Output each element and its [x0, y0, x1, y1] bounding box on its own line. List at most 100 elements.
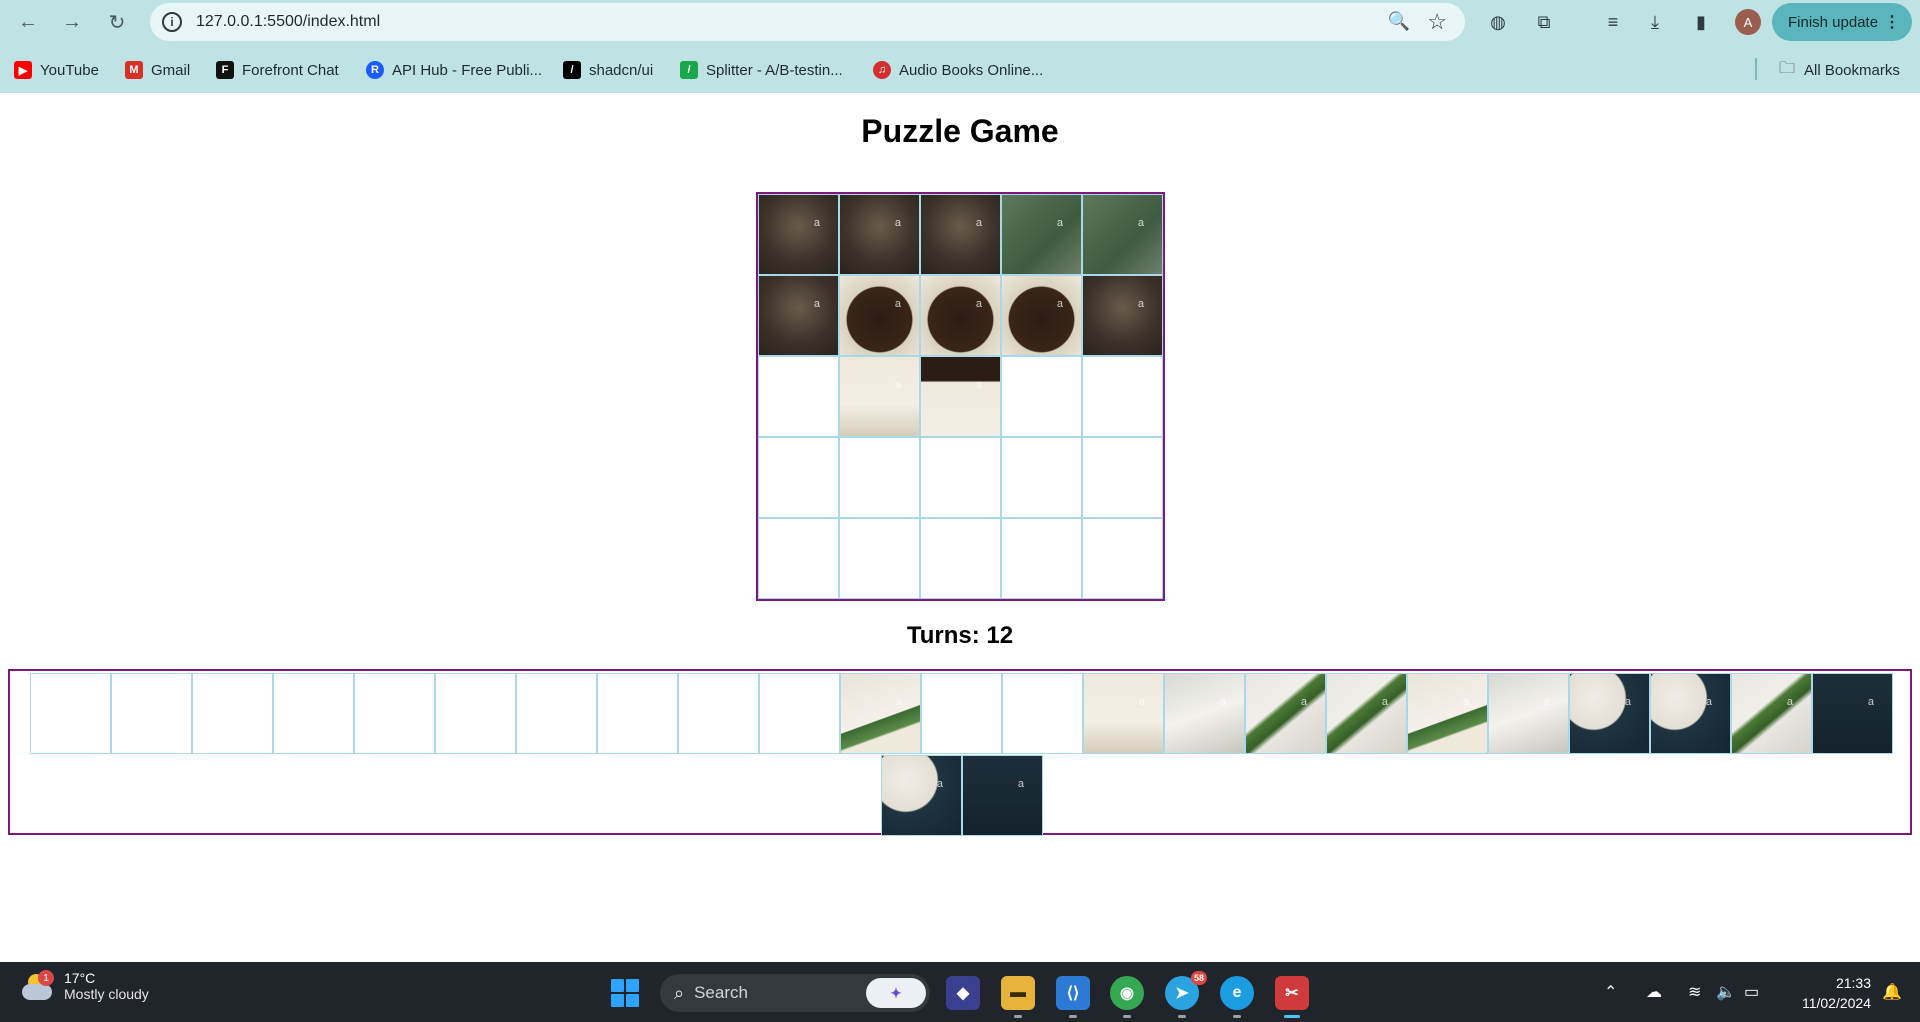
board-cell-empty[interactable] [920, 437, 1001, 518]
battery-icon[interactable]: ▭ [1744, 982, 1759, 1002]
board-piece[interactable]: a [1082, 275, 1163, 356]
board-piece[interactable]: a [920, 275, 1001, 356]
chrome-icon[interactable]: ◉ [1110, 976, 1144, 1018]
bookmark-label: Splitter - A/B-testin... [706, 61, 843, 79]
weather-widget[interactable]: 1 17°C Mostly cloudy [20, 970, 149, 1004]
board-piece[interactable]: a [1001, 194, 1082, 275]
wifi-icon[interactable]: ≋ [1688, 982, 1701, 1002]
site-info-icon[interactable]: i [162, 12, 182, 32]
forward-icon[interactable]: → [58, 8, 86, 36]
tray-piece[interactable]: a [1731, 673, 1812, 754]
board-cell-empty[interactable] [758, 518, 839, 599]
board-piece[interactable]: a [839, 275, 920, 356]
bookmark-gmail[interactable]: M Gmail [125, 59, 190, 81]
board-cell-empty[interactable] [839, 437, 920, 518]
tray-slot-empty[interactable] [435, 673, 516, 754]
puzzle-piece-image: a [1084, 674, 1163, 753]
tray-slot-empty[interactable] [921, 673, 1002, 754]
board-cell-empty[interactable] [1082, 356, 1163, 437]
watermark-text: a [1138, 696, 1145, 708]
bookmark-api-hub[interactable]: R API Hub - Free Publi... [366, 59, 542, 81]
board-piece[interactable]: a [1001, 275, 1082, 356]
board-cell-empty[interactable] [1001, 437, 1082, 518]
puzzle-piece-image: a [1732, 674, 1811, 753]
finish-update-button[interactable]: Finish update ⋮ [1772, 3, 1912, 41]
clock-time: 21:33 [1835, 975, 1871, 991]
board-cell-empty[interactable] [839, 518, 920, 599]
tray-piece[interactable]: a [962, 755, 1043, 836]
puzzle-piece-image: a [1246, 674, 1325, 753]
board-cell-empty[interactable] [1001, 518, 1082, 599]
notification-bell-icon[interactable]: 🔔 [1882, 982, 1902, 1002]
edge-icon[interactable]: e [1220, 976, 1254, 1018]
tray-slot-empty[interactable] [30, 673, 111, 754]
tray-piece[interactable]: a [1245, 673, 1326, 754]
tray-piece[interactable]: a [1164, 673, 1245, 754]
profile-avatar[interactable]: A [1735, 9, 1761, 35]
board-cell-empty[interactable] [1001, 356, 1082, 437]
tray-slot-empty[interactable] [192, 673, 273, 754]
address-bar[interactable]: i 127.0.0.1:5500/index.html 🔍 ☆ [150, 3, 1465, 41]
taskbar-clock[interactable]: 21:33 11/02/2024 [1776, 973, 1871, 1013]
file-explorer-icon[interactable]: ▬ [1001, 976, 1035, 1018]
tray-slot-empty[interactable] [678, 673, 759, 754]
tray-slot-empty[interactable] [273, 673, 354, 754]
tray-slot-empty[interactable] [597, 673, 678, 754]
board-piece[interactable]: a [758, 194, 839, 275]
back-icon[interactable]: ← [14, 8, 42, 36]
tray-piece[interactable]: a [1569, 673, 1650, 754]
telegram-icon[interactable]: ➤ 58 [1165, 971, 1207, 1018]
tray-slot-empty[interactable] [1002, 673, 1083, 754]
bookmark-youtube[interactable]: ▶ YouTube [14, 59, 99, 81]
translate-icon[interactable]: ◍ [1485, 9, 1511, 35]
puzzle-piece-image: a [840, 357, 919, 436]
board-piece[interactable]: a [920, 356, 1001, 437]
side-panel-icon[interactable]: ▮ [1688, 9, 1714, 35]
url-text[interactable]: 127.0.0.1:5500/index.html [196, 13, 380, 31]
copilot-pre-app-icon[interactable]: ◆ [946, 976, 980, 1010]
board-cell-empty[interactable] [758, 437, 839, 518]
board-piece[interactable]: a [839, 356, 920, 437]
board-piece[interactable]: a [1082, 194, 1163, 275]
bookmark-audio-books[interactable]: ♫ Audio Books Online... [873, 59, 1043, 81]
bookmark-shadcn[interactable]: / shadcn/ui [563, 59, 653, 81]
tray-slot-empty[interactable] [759, 673, 840, 754]
tray-slot-empty[interactable] [354, 673, 435, 754]
snipping-tool-icon[interactable]: ✂ [1275, 976, 1309, 1018]
tray-slot-empty[interactable] [516, 673, 597, 754]
tray-piece[interactable]: a [881, 755, 962, 836]
tray-piece[interactable]: a [840, 673, 921, 754]
board-piece[interactable]: a [839, 194, 920, 275]
copilot-icon[interactable]: ✦ [866, 978, 926, 1008]
reload-icon[interactable]: ↻ [103, 8, 131, 36]
media-control-icon[interactable]: ≡ [1600, 9, 1626, 35]
extensions-icon[interactable]: ⧉ [1531, 9, 1557, 35]
tray-piece[interactable]: a [1650, 673, 1731, 754]
puzzle-piece-image: a [1651, 674, 1730, 753]
bookmark-splitter[interactable]: / Splitter - A/B-testin... [680, 59, 843, 81]
vscode-icon[interactable]: ⟨⟩ [1056, 976, 1090, 1018]
taskbar-search[interactable]: ⌕ Search ✦ [660, 974, 930, 1012]
zoom-icon[interactable]: 🔍 [1388, 11, 1410, 32]
all-bookmarks[interactable]: 🗀 All Bookmarks [1778, 59, 1900, 81]
search-icon: ⌕ [674, 982, 685, 1003]
start-button[interactable] [611, 979, 639, 1007]
board-cell-empty[interactable] [1082, 518, 1163, 599]
bookmark-forefront-chat[interactable]: F Forefront Chat [216, 59, 339, 81]
board-cell-empty[interactable] [1082, 437, 1163, 518]
board-piece[interactable]: a [758, 275, 839, 356]
tray-piece[interactable]: a [1812, 673, 1893, 754]
board-cell-empty[interactable] [920, 518, 1001, 599]
tray-slot-empty[interactable] [111, 673, 192, 754]
downloads-icon[interactable]: ⤓ [1642, 9, 1668, 35]
tray-piece[interactable]: a [1083, 673, 1164, 754]
tray-piece[interactable]: a [1488, 673, 1569, 754]
volume-icon[interactable]: 🔈 [1716, 982, 1736, 1002]
tray-piece[interactable]: a [1326, 673, 1407, 754]
bookmark-star-icon[interactable]: ☆ [1427, 9, 1447, 35]
onedrive-icon[interactable]: ☁ [1646, 982, 1662, 1002]
chevron-up-icon[interactable]: ⌃ [1604, 982, 1617, 1002]
tray-piece[interactable]: a [1407, 673, 1488, 754]
board-piece[interactable]: a [920, 194, 1001, 275]
board-cell-empty[interactable] [758, 356, 839, 437]
